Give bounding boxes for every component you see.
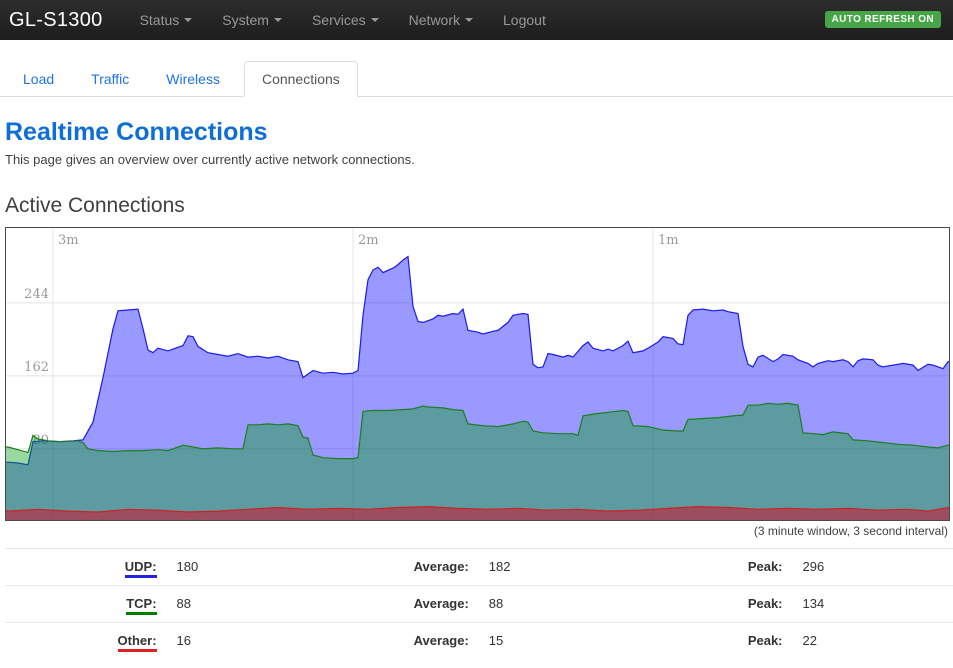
- legend-table: UDP: 180 Average: 182 Peak: 296 TCP: 88 …: [5, 548, 953, 659]
- x-axis-label: 2m: [358, 233, 379, 248]
- x-axis-label: 1m: [658, 233, 679, 248]
- brand-title: GL-S1300: [9, 9, 103, 32]
- legend-row-udp: UDP: 180 Average: 182 Peak: 296: [5, 549, 953, 586]
- menu-status[interactable]: Status: [125, 0, 208, 40]
- tab-load[interactable]: Load: [10, 62, 67, 96]
- tcp-peak-value: 134: [783, 586, 953, 623]
- legend-row-other: Other: 16 Average: 15 Peak: 22: [5, 623, 953, 660]
- udp-average-label: Average:: [414, 549, 469, 586]
- other-peak-label: Peak:: [748, 623, 783, 660]
- caret-down-icon: [274, 18, 282, 22]
- page-content: Realtime Connections This page gives an …: [0, 118, 953, 659]
- top-navbar: GL-S1300 Status System Services Network …: [0, 0, 953, 40]
- main-menu: Status System Services Network Logout: [125, 0, 561, 40]
- other-current-value: 16: [157, 623, 414, 660]
- udp-average-value: 182: [469, 549, 748, 586]
- menu-system[interactable]: System: [207, 0, 297, 40]
- section-title: Active Connections: [5, 194, 953, 218]
- auto-refresh-badge[interactable]: AUTO REFRESH ON: [825, 11, 942, 28]
- tab-wireless[interactable]: Wireless: [153, 62, 233, 96]
- chart-caption: (3 minute window, 3 second interval): [5, 524, 950, 538]
- page-description: This page gives an overview over current…: [5, 152, 953, 167]
- other-peak-value: 22: [783, 623, 953, 660]
- tcp-average-value: 88: [469, 586, 748, 623]
- legend-row-tcp: TCP: 88 Average: 88 Peak: 134: [5, 586, 953, 623]
- graph-tabs: Load Traffic Wireless Connections: [0, 61, 953, 97]
- menu-network[interactable]: Network: [394, 0, 488, 40]
- menu-services[interactable]: Services: [297, 0, 394, 40]
- caret-down-icon: [465, 18, 473, 22]
- tab-traffic[interactable]: Traffic: [78, 62, 142, 96]
- udp-peak-label: Peak:: [748, 549, 783, 586]
- other-label: Other:: [118, 633, 157, 652]
- y-axis-label: 244: [24, 287, 49, 302]
- caret-down-icon: [184, 18, 192, 22]
- other-average-value: 15: [469, 623, 748, 660]
- tab-connections[interactable]: Connections: [244, 61, 358, 97]
- tcp-peak-label: Peak:: [748, 586, 783, 623]
- connections-area-chart: 244162803m2m1m: [6, 228, 949, 520]
- udp-current-value: 180: [157, 549, 414, 586]
- tcp-label: TCP:: [126, 596, 156, 615]
- menu-logout[interactable]: Logout: [488, 0, 561, 40]
- page-title: Realtime Connections: [5, 118, 953, 147]
- tcp-average-label: Average:: [414, 586, 469, 623]
- udp-label: UDP:: [125, 559, 157, 578]
- connections-chart-frame: 244162803m2m1m: [5, 227, 950, 521]
- x-axis-label: 3m: [58, 233, 79, 248]
- caret-down-icon: [371, 18, 379, 22]
- other-average-label: Average:: [414, 623, 469, 660]
- tcp-current-value: 88: [157, 586, 414, 623]
- udp-peak-value: 296: [783, 549, 953, 586]
- y-axis-label: 162: [24, 360, 49, 375]
